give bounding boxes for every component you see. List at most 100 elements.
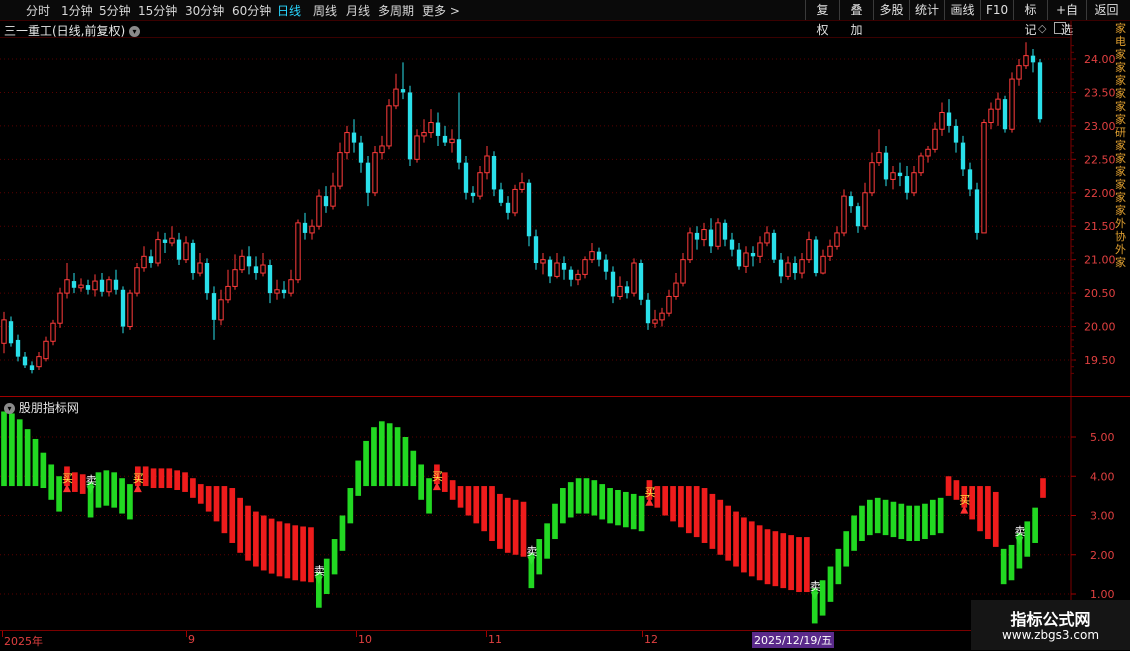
price-tick-label: 21.50 xyxy=(1084,220,1116,233)
candle-up xyxy=(519,182,525,190)
candle-up xyxy=(141,255,147,269)
candle-down xyxy=(946,112,952,126)
price-tick-label: 20.00 xyxy=(1084,321,1116,334)
indicator-bar xyxy=(552,503,558,540)
indicator-bar xyxy=(922,503,928,540)
candle-down xyxy=(29,365,35,371)
candle-up xyxy=(1009,78,1015,130)
indicator-bar xyxy=(859,505,865,542)
candle-up xyxy=(43,340,49,360)
candle-up xyxy=(309,225,315,234)
indicator-bar xyxy=(481,486,487,532)
chevron-down-icon[interactable]: ▾ xyxy=(4,403,15,414)
indicator-tick-label: 3.00 xyxy=(1090,510,1115,523)
candle-up xyxy=(134,267,140,294)
candle-down xyxy=(547,259,553,277)
indicator-bar xyxy=(693,486,700,538)
indicator-bar xyxy=(182,472,188,492)
indicator-tick-label: 5.00 xyxy=(1090,431,1115,444)
indicator-bar xyxy=(685,486,692,534)
indicator-bar xyxy=(882,499,889,536)
indicator-bar xyxy=(221,486,228,534)
candle-up xyxy=(540,259,546,264)
candle-up xyxy=(918,155,924,174)
candle-up xyxy=(484,155,490,174)
indicator-bar xyxy=(851,515,857,551)
price-tick-label: 19.50 xyxy=(1084,354,1116,367)
candle-up xyxy=(820,255,826,274)
chart-canvas[interactable]: 24.00 23.50 23.00 22.50 22.00 21.50 21.00 20.50… xyxy=(0,0,1130,650)
candle-down xyxy=(491,155,497,190)
candle-up xyxy=(890,172,896,180)
indicator-bar xyxy=(977,486,983,532)
candle-down xyxy=(148,256,154,264)
indicator-bar xyxy=(16,419,23,487)
indicator-bar xyxy=(670,486,676,522)
candle-up xyxy=(932,128,938,150)
price-tick-label: 22.00 xyxy=(1084,187,1116,200)
indicator-bar xyxy=(9,413,15,487)
candle-down xyxy=(855,206,861,227)
candle-down xyxy=(204,263,210,294)
candle-down xyxy=(190,242,196,274)
candle-up xyxy=(36,356,42,368)
candle-down xyxy=(267,265,273,294)
candle-up xyxy=(295,222,301,281)
candle-up xyxy=(785,262,791,277)
indicator-bar xyxy=(253,511,259,567)
candle-down xyxy=(694,232,700,240)
candle-up xyxy=(260,264,266,274)
indicator-title-text: 股朋指标网 xyxy=(18,401,79,415)
indicator-bar xyxy=(1032,507,1038,543)
candle-up xyxy=(316,195,322,227)
candle-down xyxy=(463,162,469,193)
candle-down xyxy=(960,142,966,170)
indicator-bar xyxy=(339,515,346,551)
candle-up xyxy=(582,259,588,275)
candle-down xyxy=(22,356,28,366)
watermark: 指标公式网 www.zbgs3.com xyxy=(971,600,1130,650)
candle-up xyxy=(701,229,707,241)
indicator-bar xyxy=(205,486,212,512)
candle-up xyxy=(78,284,84,289)
indicator-bar xyxy=(355,460,362,496)
candle-down xyxy=(323,196,329,207)
candle-down xyxy=(568,269,574,280)
candle-down xyxy=(8,321,14,344)
indicator-bar xyxy=(591,480,598,516)
indicator-bar xyxy=(575,478,582,514)
candle-up xyxy=(659,312,665,321)
candle-down xyxy=(162,239,168,243)
candle-up xyxy=(939,112,945,130)
indicator-bar xyxy=(1008,544,1015,581)
indicator-bar xyxy=(150,468,157,489)
indicator-bar xyxy=(906,505,913,542)
indicator-bar xyxy=(929,499,936,536)
indicator-bar xyxy=(119,478,125,514)
candle-up xyxy=(981,122,987,234)
date-tick xyxy=(356,631,357,637)
candle-up xyxy=(288,279,294,294)
indicator-title: ▾ 股朋指标网 xyxy=(4,399,79,416)
price-tick-label: 21.00 xyxy=(1084,254,1116,267)
indicator-bar xyxy=(874,497,881,534)
candle-up xyxy=(169,237,175,244)
indicator-bar xyxy=(764,529,771,585)
candle-down xyxy=(778,259,784,277)
indicator-bar xyxy=(835,548,842,585)
candle-up xyxy=(337,152,343,187)
indicator-bar xyxy=(544,523,550,559)
indicator-bar xyxy=(630,493,637,530)
indicator-bar xyxy=(268,518,275,574)
indicator-bar xyxy=(638,495,645,532)
indicator-bar xyxy=(497,493,503,549)
candle-up xyxy=(428,122,434,134)
candle-down xyxy=(708,229,714,247)
indicator-bar xyxy=(426,478,432,514)
indicator-bar xyxy=(449,480,456,500)
indicator-tick-label: 4.00 xyxy=(1090,470,1115,483)
indicator-bar xyxy=(418,464,425,500)
indicator-bar xyxy=(363,440,369,487)
indicator-bar xyxy=(174,470,181,490)
indicator-bar xyxy=(190,478,196,498)
